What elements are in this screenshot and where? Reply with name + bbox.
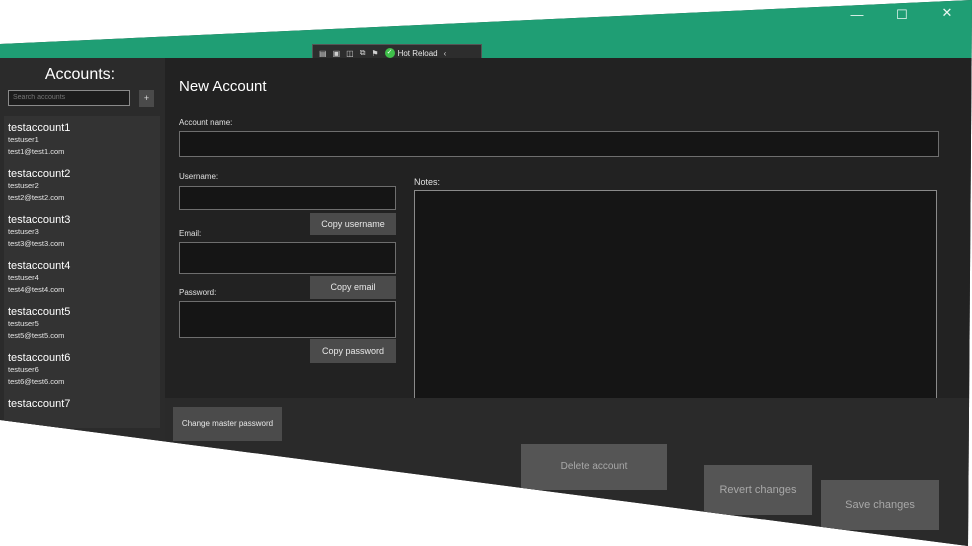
maximize-icon[interactable]: ☐	[893, 8, 911, 22]
app-window: — ☐ ✕ ▤ ▣ ◫ ⧉ ⚑ ✓ Hot Reload ‹ Accounts:…	[0, 0, 972, 546]
add-account-button[interactable]: +	[139, 90, 154, 107]
account-name: testaccount2	[8, 168, 71, 180]
account-email: test3@test3.com	[8, 239, 65, 248]
list-item[interactable]: testaccount1 testuser1 test1@test1.com	[8, 122, 70, 158]
account-email: test2@test2.com	[8, 193, 65, 202]
hot-reload-status[interactable]: ✓ Hot Reload	[384, 48, 438, 58]
account-username: testuser6	[8, 365, 39, 374]
close-icon[interactable]: ✕	[938, 6, 956, 20]
email-label: Email:	[179, 229, 202, 238]
account-username: testuser5	[8, 319, 39, 328]
email-field[interactable]	[179, 242, 396, 274]
password-label: Password:	[179, 288, 217, 297]
list-item[interactable]: testaccount3 testuser3 test3@test3.com	[8, 214, 70, 250]
notes-label: Notes:	[414, 177, 441, 187]
save-changes-button[interactable]: Save changes	[821, 480, 939, 530]
copy-password-button[interactable]: Copy password	[310, 339, 396, 363]
accounts-title: Accounts:	[44, 66, 116, 83]
account-username: testuser4	[8, 273, 39, 282]
account-username: testuser1	[8, 135, 39, 144]
account-name-label: Account name:	[179, 118, 233, 127]
account-name: testaccount7	[8, 398, 71, 410]
account-name: testaccount6	[8, 352, 71, 364]
account-name: testaccount5	[8, 306, 71, 318]
username-field[interactable]	[179, 186, 396, 210]
minimize-icon[interactable]: —	[848, 8, 866, 22]
track-focus-icon[interactable]: ⧉	[360, 48, 366, 58]
account-name-field[interactable]	[179, 131, 939, 157]
account-username: testuser2	[8, 181, 39, 190]
account-name: testaccount3	[8, 214, 71, 226]
copy-email-button[interactable]: Copy email	[310, 276, 396, 299]
revert-changes-button[interactable]: Revert changes	[704, 465, 812, 515]
live-tree-icon[interactable]: ▤	[319, 49, 327, 58]
display-layout-icon[interactable]: ◫	[346, 49, 354, 58]
list-item[interactable]: testaccount2 testuser2 test2@test2.com	[8, 168, 70, 204]
notes-textarea[interactable]	[414, 190, 937, 412]
list-item[interactable]: testaccount7	[8, 398, 70, 410]
password-field[interactable]	[179, 301, 396, 338]
account-username: testuser3	[8, 227, 39, 236]
search-input[interactable]	[8, 90, 130, 106]
list-item[interactable]: testaccount5 testuser5 test5@test5.com	[8, 306, 70, 342]
username-label: Username:	[179, 172, 219, 181]
account-email: test6@test6.com	[8, 377, 65, 386]
account-name: testaccount1	[8, 122, 71, 134]
check-icon: ✓	[384, 48, 395, 58]
account-email: test1@test1.com	[8, 147, 65, 156]
collapse-toolbar-icon[interactable]: ‹	[444, 49, 447, 58]
delete-account-button[interactable]: Delete account	[521, 444, 667, 490]
account-name: testaccount4	[8, 260, 71, 272]
copy-username-button[interactable]: Copy username	[310, 213, 396, 235]
binding-failures-icon[interactable]: ⚑	[371, 49, 378, 58]
page-title: New Account	[179, 78, 267, 95]
app-stage: — ☐ ✕ ▤ ▣ ◫ ⧉ ⚑ ✓ Hot Reload ‹ Accounts:…	[0, 0, 972, 546]
select-element-icon[interactable]: ▣	[333, 49, 341, 58]
account-email: test5@test5.com	[8, 331, 65, 340]
account-email: test4@test4.com	[8, 285, 65, 294]
title-bar	[0, 0, 972, 58]
change-master-password-button[interactable]: Change master password	[173, 407, 282, 441]
list-item[interactable]: testaccount6 testuser6 test6@test6.com	[8, 352, 70, 388]
account-list: testaccount1 testuser1 test1@test1.com t…	[4, 116, 160, 428]
list-item[interactable]: testaccount4 testuser4 test4@test4.com	[8, 260, 70, 296]
hot-reload-label: Hot Reload	[397, 48, 438, 58]
